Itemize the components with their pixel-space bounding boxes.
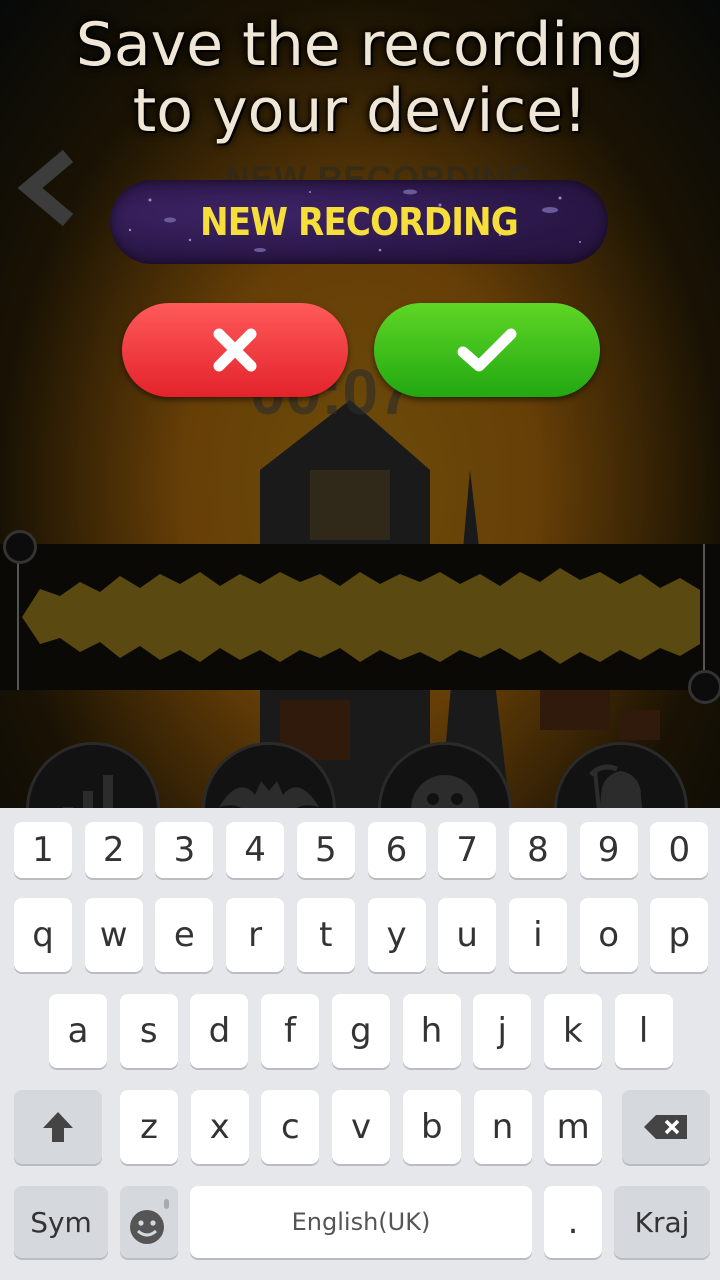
key-5[interactable]: 5 bbox=[296, 822, 355, 878]
period-key[interactable]: . bbox=[544, 1186, 602, 1258]
emoji-key[interactable] bbox=[120, 1186, 178, 1258]
key-w[interactable]: w bbox=[84, 898, 143, 972]
trim-end-line bbox=[703, 544, 705, 690]
key-j[interactable]: j bbox=[473, 994, 532, 1068]
key-o[interactable]: o bbox=[579, 898, 638, 972]
key-k[interactable]: k bbox=[543, 994, 602, 1068]
key-4[interactable]: 4 bbox=[226, 822, 285, 878]
check-icon bbox=[457, 328, 517, 372]
mic-icon bbox=[164, 1199, 169, 1209]
key-b[interactable]: b bbox=[402, 1090, 461, 1164]
done-key[interactable]: Kraj bbox=[614, 1186, 710, 1258]
key-q[interactable]: q bbox=[14, 898, 72, 972]
key-z[interactable]: z bbox=[120, 1090, 178, 1164]
cancel-button[interactable] bbox=[122, 303, 348, 397]
key-p[interactable]: p bbox=[650, 898, 709, 972]
reaper-icon bbox=[589, 764, 643, 808]
tool-reaper[interactable] bbox=[554, 742, 688, 808]
shift-arrow-icon bbox=[43, 1112, 73, 1142]
headline-line-2: to your device! bbox=[132, 76, 588, 146]
key-8[interactable]: 8 bbox=[508, 822, 567, 878]
app-screen: NEW RECORDING 00:07 Save the recording t… bbox=[0, 0, 720, 808]
key-3[interactable]: 3 bbox=[155, 822, 214, 878]
key-c[interactable]: c bbox=[261, 1090, 320, 1164]
key-9[interactable]: 9 bbox=[579, 822, 638, 878]
key-m[interactable]: m bbox=[544, 1090, 603, 1164]
key-x[interactable]: x bbox=[190, 1090, 249, 1164]
equalizer-icon bbox=[63, 775, 113, 808]
trim-end-handle[interactable] bbox=[688, 670, 720, 704]
key-u[interactable]: u bbox=[438, 898, 497, 972]
confirm-button[interactable] bbox=[374, 303, 600, 397]
backspace-icon bbox=[644, 1115, 687, 1139]
key-r[interactable]: r bbox=[226, 898, 285, 972]
key-l[interactable]: l bbox=[614, 994, 673, 1068]
key-y[interactable]: y bbox=[367, 898, 426, 972]
soft-keyboard: 1 2 3 4 5 6 7 8 9 0 q w e r t y u i o p a s d f g h j k l z x c v b n m Sym E… bbox=[0, 808, 720, 1280]
tool-monster[interactable] bbox=[378, 742, 512, 808]
monster-icon bbox=[411, 775, 479, 808]
key-6[interactable]: 6 bbox=[367, 822, 426, 878]
key-s[interactable]: s bbox=[119, 994, 178, 1068]
space-key[interactable]: English(UK) bbox=[190, 1186, 532, 1258]
key-2[interactable]: 2 bbox=[84, 822, 143, 878]
headline-line-1: Save the recording bbox=[75, 10, 645, 80]
recording-name-field[interactable]: NEW RECORDING bbox=[110, 180, 608, 264]
close-icon bbox=[213, 328, 257, 372]
key-v[interactable]: v bbox=[332, 1090, 391, 1164]
key-a[interactable]: a bbox=[49, 994, 107, 1068]
audio-waveform bbox=[22, 568, 700, 664]
tool-equalizer[interactable] bbox=[26, 742, 160, 808]
key-0[interactable]: 0 bbox=[650, 822, 709, 878]
key-f[interactable]: f bbox=[261, 994, 320, 1068]
waveform-panel[interactable] bbox=[0, 544, 720, 690]
smiley-icon bbox=[130, 1199, 169, 1244]
key-n[interactable]: n bbox=[473, 1090, 532, 1164]
key-g[interactable]: g bbox=[331, 994, 390, 1068]
trim-start-handle[interactable] bbox=[3, 530, 37, 564]
key-7[interactable]: 7 bbox=[438, 822, 497, 878]
key-h[interactable]: h bbox=[402, 994, 461, 1068]
recording-name-text: NEW RECORDING bbox=[200, 200, 519, 244]
sym-key[interactable]: Sym bbox=[14, 1186, 108, 1258]
key-1[interactable]: 1 bbox=[14, 822, 72, 878]
shift-key[interactable] bbox=[14, 1090, 102, 1164]
save-prompt-headline: Save the recording to your device! bbox=[0, 12, 720, 144]
key-d[interactable]: d bbox=[190, 994, 249, 1068]
key-i[interactable]: i bbox=[508, 898, 567, 972]
bat-icon bbox=[219, 781, 319, 808]
key-e[interactable]: e bbox=[155, 898, 214, 972]
trim-start-line bbox=[17, 544, 19, 690]
back-chevron-icon[interactable] bbox=[18, 148, 78, 228]
key-t[interactable]: t bbox=[296, 898, 355, 972]
backspace-key[interactable] bbox=[622, 1090, 710, 1164]
tool-bat[interactable] bbox=[202, 742, 336, 808]
